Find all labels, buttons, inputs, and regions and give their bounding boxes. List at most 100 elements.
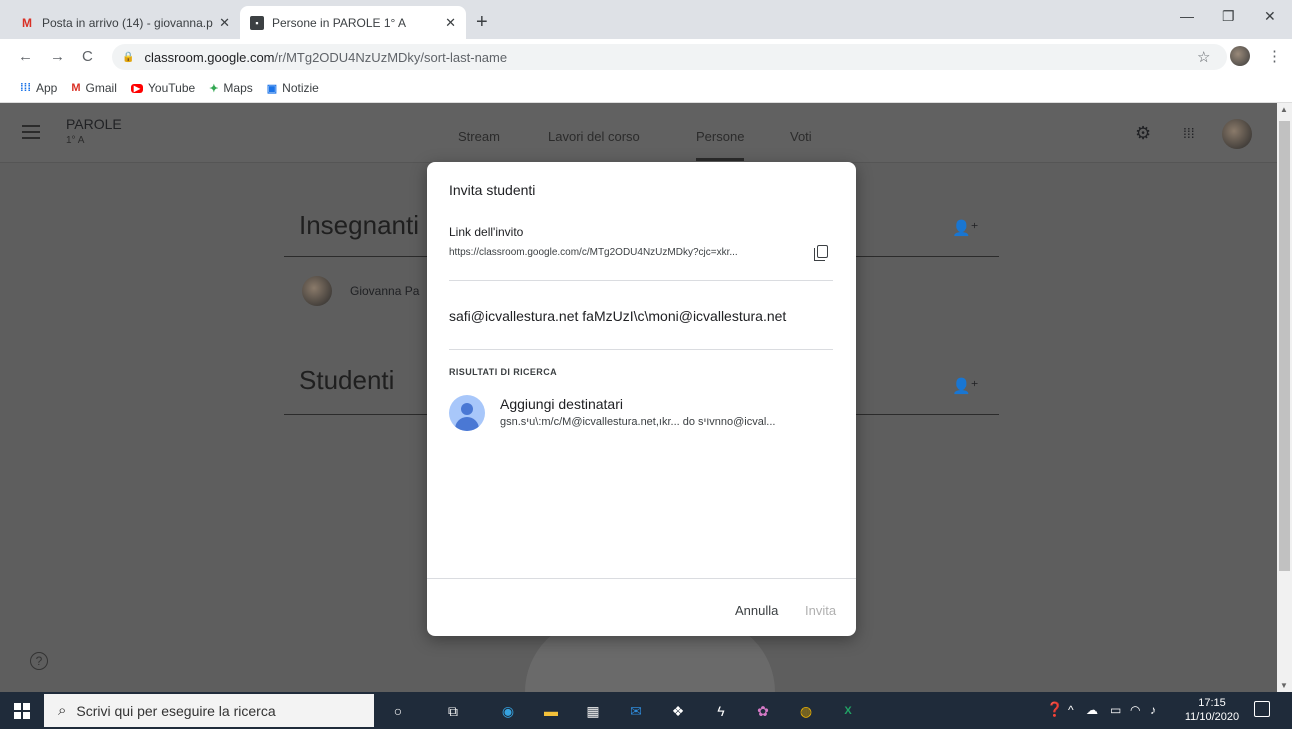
- windows-start-icon[interactable]: [14, 703, 30, 719]
- bookmark-star-icon[interactable]: ☆: [1197, 48, 1210, 66]
- bookmark-maps[interactable]: ✦ Maps: [209, 81, 253, 95]
- clock-date: 11/10/2020: [1184, 711, 1240, 723]
- teachers-title: Insegnanti: [299, 210, 419, 240]
- file-explorer-icon[interactable]: ▬: [540, 700, 562, 722]
- divider: [449, 280, 833, 281]
- bookmark-gmail[interactable]: M Gmail: [71, 81, 117, 95]
- news-icon: ▣: [266, 82, 278, 95]
- copy-link-icon[interactable]: [814, 245, 828, 261]
- forward-icon[interactable]: →: [50, 48, 65, 65]
- url-host: classroom.google.com: [144, 49, 275, 65]
- add-recipients-result[interactable]: Aggiungi destinatari gsn.sיu\:m/c/M@icva…: [449, 392, 841, 436]
- chevron-up-icon[interactable]: ^: [1068, 703, 1074, 717]
- teacher-avatar: [302, 276, 332, 306]
- dropbox-icon[interactable]: ❖: [667, 700, 689, 722]
- new-tab-button[interactable]: +: [476, 12, 488, 32]
- lock-icon: 🔒: [122, 51, 135, 63]
- minimize-icon[interactable]: —: [1180, 8, 1194, 24]
- excel-icon[interactable]: X: [837, 700, 859, 722]
- scroll-down-icon[interactable]: ▼: [1280, 681, 1288, 690]
- paint-icon[interactable]: ✿: [752, 700, 774, 722]
- invite-link-label: Link dell'invito: [449, 225, 524, 239]
- apps-grid-icon[interactable]: ⁞⁞⁞: [1183, 125, 1195, 141]
- bookmarks-bar: ⁞⁞⁞ App M Gmail ▶ YouTube ✦ Maps ▣ Notizie: [0, 74, 1292, 103]
- tab-title: Posta in arrivo (14) - giovanna.pa: [42, 15, 214, 30]
- reload-icon[interactable]: C: [82, 48, 93, 65]
- page-scrollbar[interactable]: ▲ ▼: [1277, 103, 1292, 692]
- window-close-icon[interactable]: ✕: [1264, 8, 1276, 25]
- task-view-icon[interactable]: ⧉: [442, 700, 464, 722]
- edge-icon[interactable]: ◉: [497, 700, 519, 722]
- person-avatar-icon: [449, 395, 485, 431]
- bookmark-news[interactable]: ▣ Notizie: [267, 81, 319, 95]
- class-section: 1° A: [66, 135, 85, 146]
- invite-link-url[interactable]: https://classroom.google.com/c/MTg2ODU4N…: [449, 247, 804, 258]
- result-title: Aggiungi destinatari: [500, 396, 623, 412]
- system-clock[interactable]: 17:15 11/10/2020: [1184, 696, 1240, 724]
- bookmark-label: Notizie: [282, 81, 319, 95]
- bookmark-label: App: [36, 81, 58, 95]
- notification-icon[interactable]: [1254, 701, 1270, 717]
- profile-avatar[interactable]: [1230, 46, 1250, 66]
- bookmark-label: Gmail: [85, 81, 117, 95]
- scroll-thumb[interactable]: [1279, 121, 1290, 571]
- url-field[interactable]: 🔒 classroom.google.com/r/MTg2ODU4NzUzMDk…: [112, 44, 1227, 70]
- settings-gear-icon[interactable]: ⚙: [1135, 123, 1151, 144]
- scroll-up-icon[interactable]: ▲: [1280, 105, 1288, 114]
- battery-icon[interactable]: ▭: [1110, 703, 1121, 717]
- taskbar-search[interactable]: ⌕ Scrivi qui per eseguire la ricerca: [44, 694, 374, 727]
- restore-icon[interactable]: ❐: [1222, 8, 1235, 25]
- divider: [427, 578, 856, 579]
- store-icon[interactable]: ▦: [582, 700, 604, 722]
- search-icon: ⌕: [58, 702, 67, 719]
- cancel-button[interactable]: Annulla: [735, 603, 778, 618]
- close-icon[interactable]: ✕: [219, 15, 230, 31]
- invite-students-dialog: Invita studenti Link dell'invito https:/…: [427, 162, 856, 636]
- browser-menu-icon[interactable]: ⋮: [1267, 47, 1282, 65]
- maps-icon: ✦: [209, 82, 219, 95]
- bookmark-app[interactable]: ⁞⁞⁞ App: [20, 81, 57, 95]
- tab-grades[interactable]: Voti: [790, 129, 812, 144]
- teacher-name[interactable]: Giovanna Pa: [350, 284, 419, 298]
- account-avatar[interactable]: [1222, 119, 1252, 149]
- youtube-icon: ▶: [130, 83, 144, 93]
- classroom-icon: ▪: [250, 15, 264, 30]
- invite-student-icon[interactable]: 👤⁺: [952, 377, 979, 395]
- apps-grid-icon: ⁞⁞⁞: [20, 82, 31, 94]
- close-icon[interactable]: ✕: [445, 15, 456, 31]
- bookmark-youtube[interactable]: ▶ YouTube: [130, 81, 196, 95]
- invite-teacher-icon[interactable]: 👤⁺: [952, 219, 979, 237]
- email-input[interactable]: [449, 305, 833, 327]
- tab-stream[interactable]: Stream: [458, 129, 500, 144]
- bookmark-label: YouTube: [148, 81, 196, 95]
- wifi-icon[interactable]: ◠: [1130, 703, 1140, 717]
- divider: [449, 349, 833, 350]
- invite-button[interactable]: Invita: [805, 603, 836, 618]
- tab-title: Persone in PAROLE 1° A: [272, 15, 406, 30]
- mail-icon[interactable]: ✉: [625, 700, 647, 722]
- app-lightning-icon[interactable]: ϟ: [710, 700, 732, 722]
- tab-classroom[interactable]: ▪ Persone in PAROLE 1° A ✕: [240, 6, 466, 39]
- chrome-icon[interactable]: ◍: [795, 700, 817, 722]
- tab-gmail[interactable]: M Posta in arrivo (14) - giovanna.pa ✕: [10, 6, 240, 39]
- clock-time: 17:15: [1198, 697, 1226, 709]
- hamburger-menu-icon[interactable]: [22, 125, 40, 139]
- help-icon[interactable]: ?: [30, 652, 48, 670]
- url-path: /r/MTg2ODU4NzUzMDky/sort-last-name: [274, 49, 508, 65]
- gmail-icon: M: [71, 82, 81, 94]
- help-tray-icon[interactable]: ❓: [1046, 701, 1063, 718]
- address-bar-row: ← → C 🔒 classroom.google.com/r/MTg2ODU4N…: [0, 39, 1292, 74]
- tab-coursework[interactable]: Lavori del corso: [548, 129, 640, 144]
- students-title: Studenti: [299, 365, 395, 395]
- cortana-icon[interactable]: ○: [387, 700, 409, 722]
- back-icon[interactable]: ←: [18, 48, 33, 65]
- bookmark-label: Maps: [223, 81, 253, 95]
- class-name[interactable]: PAROLE: [66, 116, 122, 132]
- onedrive-icon[interactable]: ☁: [1086, 703, 1098, 717]
- tab-people[interactable]: Persone: [696, 129, 745, 161]
- result-subtitle: gsn.sיu\:m/c/M@icvallestura.net,ıkr... d…: [500, 416, 776, 428]
- dialog-title: Invita studenti: [449, 182, 536, 198]
- search-placeholder: Scrivi qui per eseguire la ricerca: [76, 702, 276, 719]
- browser-tab-strip: M Posta in arrivo (14) - giovanna.pa ✕ ▪…: [0, 0, 1292, 39]
- volume-icon[interactable]: ♪: [1150, 703, 1156, 717]
